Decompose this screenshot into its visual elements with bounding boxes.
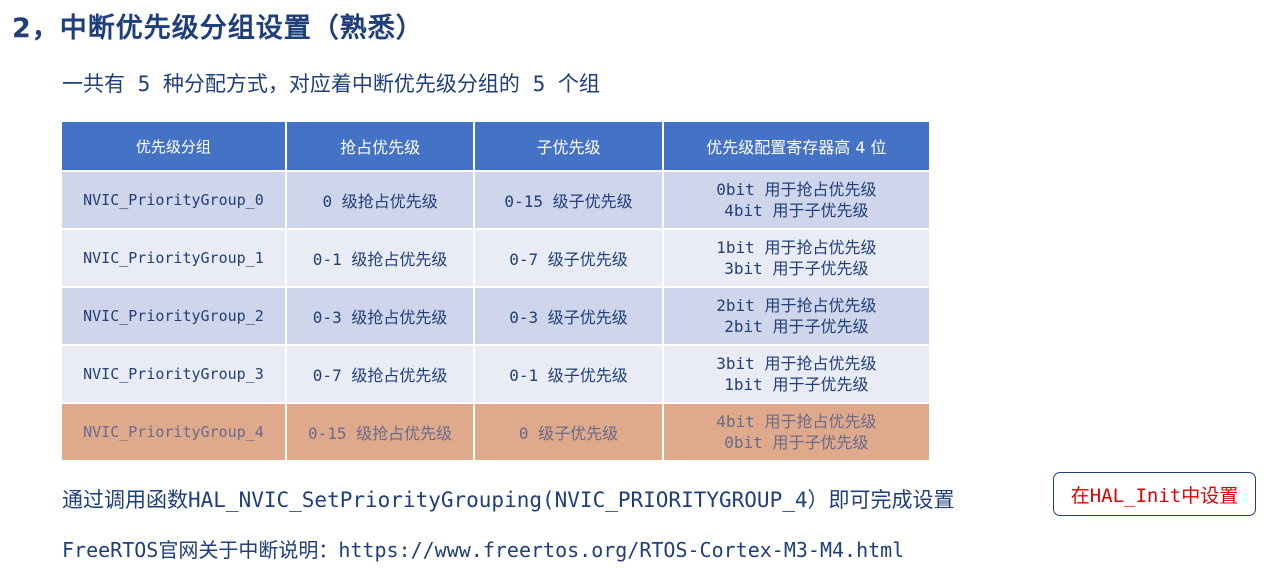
preempt-cell: 0-1 级抢占优先级 [286, 230, 476, 288]
table-row-highlighted: NVIC_PriorityGroup_4 0-15 级抢占优先级 0 级子优先级… [62, 404, 929, 462]
page-title: 2，中断优先级分组设置（熟悉） [12, 13, 424, 44]
preempt-cell: 0-3 级抢占优先级 [286, 288, 476, 346]
freertos-reference-link[interactable]: FreeRTOS官网关于中断说明：https://www.freertos.or… [62, 534, 904, 563]
header-priority-group: 优先级分组 [62, 122, 287, 172]
group-cell: NVIC_PriorityGroup_2 [62, 288, 287, 346]
bits-cell: 3bit 用于抢占优先级 1bit 用于子优先级 [663, 346, 929, 404]
sub-cell: 0-7 级子优先级 [475, 230, 664, 288]
table-row: NVIC_PriorityGroup_2 0-3 级抢占优先级 0-3 级子优先… [62, 288, 929, 346]
hal-init-callout: 在HAL_Init中设置 [1053, 472, 1256, 516]
bits-cell: 2bit 用于抢占优先级 2bit 用于子优先级 [663, 288, 929, 346]
bits-line-preempt: 3bit 用于抢占优先级 [716, 354, 877, 373]
header-register-bits: 优先级配置寄存器高 4 位 [663, 122, 929, 172]
table-row: NVIC_PriorityGroup_3 0-7 级抢占优先级 0-1 级子优先… [62, 346, 929, 404]
group-cell: NVIC_PriorityGroup_1 [62, 230, 287, 288]
sub-cell: 0-3 级子优先级 [475, 288, 664, 346]
sub-cell: 0 级子优先级 [475, 404, 664, 462]
bits-line-sub: 2bit 用于子优先级 [724, 317, 869, 336]
table-row: NVIC_PriorityGroup_1 0-1 级抢占优先级 0-7 级子优先… [62, 230, 929, 288]
preempt-cell: 0-7 级抢占优先级 [286, 346, 476, 404]
group-cell: NVIC_PriorityGroup_3 [62, 346, 287, 404]
sub-cell: 0-1 级子优先级 [475, 346, 664, 404]
bits-line-preempt: 0bit 用于抢占优先级 [716, 180, 877, 199]
preempt-cell: 0-15 级抢占优先级 [286, 404, 476, 462]
hal-init-callout-text: 在HAL_Init中设置 [1070, 484, 1239, 507]
table-row: NVIC_PriorityGroup_0 0 级抢占优先级 0-15 级子优先级… [62, 172, 929, 230]
bits-line-sub: 0bit 用于子优先级 [724, 433, 869, 452]
bits-cell: 0bit 用于抢占优先级 4bit 用于子优先级 [663, 172, 929, 230]
bits-cell: 4bit 用于抢占优先级 0bit 用于子优先级 [663, 404, 929, 462]
bits-cell: 1bit 用于抢占优先级 3bit 用于子优先级 [663, 230, 929, 288]
bits-line-preempt: 4bit 用于抢占优先级 [716, 412, 877, 431]
sub-cell: 0-15 级子优先级 [475, 172, 664, 230]
bits-line-sub: 4bit 用于子优先级 [724, 201, 869, 220]
bits-line-preempt: 1bit 用于抢占优先级 [716, 238, 877, 257]
preempt-cell: 0 级抢占优先级 [286, 172, 476, 230]
bits-line-sub: 1bit 用于子优先级 [724, 375, 869, 394]
subtitle: 一共有 5 种分配方式，对应着中断优先级分组的 5 个组 [62, 72, 600, 96]
group-cell: NVIC_PriorityGroup_0 [62, 172, 287, 230]
bits-line-preempt: 2bit 用于抢占优先级 [716, 296, 877, 315]
group-cell: NVIC_PriorityGroup_4 [62, 404, 287, 462]
table-header-row: 优先级分组 抢占优先级 子优先级 优先级配置寄存器高 4 位 [62, 122, 929, 172]
function-call-note: 通过调用函数HAL_NVIC_SetPriorityGrouping(NVIC_… [62, 488, 955, 512]
bits-line-sub: 3bit 用于子优先级 [724, 259, 869, 278]
header-preempt-priority: 抢占优先级 [286, 122, 476, 172]
header-sub-priority: 子优先级 [475, 122, 664, 172]
priority-group-table: 优先级分组 抢占优先级 子优先级 优先级配置寄存器高 4 位 NVIC_Prio… [62, 122, 929, 462]
